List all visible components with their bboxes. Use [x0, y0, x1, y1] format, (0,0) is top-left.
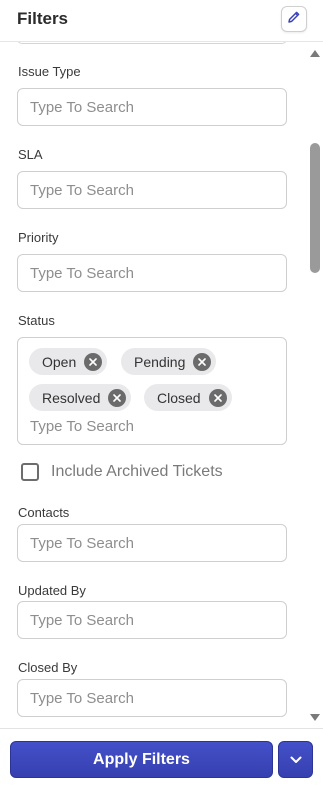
- remove-chip-icon[interactable]: [108, 388, 127, 407]
- filters-panel: Filters Issue Type Type To Search SLA Ty…: [0, 0, 323, 785]
- issue-type-input[interactable]: Type To Search: [17, 88, 287, 126]
- scroll-up-arrow-icon[interactable]: [309, 48, 321, 58]
- contacts-input[interactable]: Type To Search: [17, 524, 287, 562]
- scrollbar[interactable]: [307, 42, 323, 728]
- chevron-down-icon: [290, 751, 302, 769]
- issue-type-placeholder: Type To Search: [30, 98, 134, 116]
- priority-input[interactable]: Type To Search: [17, 254, 287, 292]
- chip-label: Pending: [134, 353, 186, 370]
- apply-options-button[interactable]: [278, 741, 313, 778]
- status-placeholder: Type To Search: [30, 418, 134, 435]
- priority-label: Priority: [18, 230, 59, 245]
- closed-by-input[interactable]: Type To Search: [17, 679, 287, 717]
- chip-label: Resolved: [42, 389, 101, 406]
- include-archived-label: Include Archived Tickets: [51, 463, 223, 480]
- sla-placeholder: Type To Search: [30, 181, 134, 199]
- status-chip-closed: Closed: [144, 384, 232, 411]
- chip-label: Open: [42, 353, 77, 370]
- status-chip-open: Open: [29, 348, 108, 375]
- sla-label: SLA: [18, 147, 43, 162]
- sla-input[interactable]: Type To Search: [17, 171, 287, 209]
- chip-label: Closed: [157, 389, 201, 406]
- scrollbar-thumb[interactable]: [310, 143, 320, 273]
- status-chip-resolved: Resolved: [29, 384, 132, 411]
- page-title: Filters: [17, 9, 69, 28]
- closed-by-placeholder: Type To Search: [30, 689, 134, 707]
- include-archived-checkbox[interactable]: [21, 463, 39, 481]
- status-label: Status: [18, 313, 55, 328]
- pencil-icon: [287, 10, 301, 29]
- closed-by-label: Closed By: [18, 660, 78, 675]
- updated-by-input[interactable]: Type To Search: [17, 601, 287, 639]
- scroll-down-arrow-icon[interactable]: [309, 712, 321, 722]
- remove-chip-icon[interactable]: [193, 352, 212, 371]
- filters-header: Filters: [0, 0, 323, 42]
- updated-by-label: Updated By: [18, 583, 86, 598]
- issue-type-label: Issue Type: [18, 64, 81, 79]
- priority-placeholder: Type To Search: [30, 264, 134, 282]
- status-chip-pending: Pending: [121, 348, 217, 375]
- include-archived-row[interactable]: Include Archived Tickets: [21, 463, 223, 481]
- apply-filters-button[interactable]: Apply Filters: [10, 741, 273, 778]
- filters-footer: Apply Filters: [0, 728, 323, 785]
- edit-button[interactable]: [281, 6, 307, 32]
- previous-field-edge: [17, 42, 287, 44]
- updated-by-placeholder: Type To Search: [30, 611, 134, 629]
- remove-chip-icon[interactable]: [84, 352, 103, 371]
- filters-scroll-area: Issue Type Type To Search SLA Type To Se…: [0, 42, 323, 728]
- contacts-label: Contacts: [18, 505, 70, 520]
- contacts-placeholder: Type To Search: [30, 534, 134, 552]
- remove-chip-icon[interactable]: [208, 388, 227, 407]
- status-input[interactable]: Open Pending Resolved Closed Type To Sea…: [17, 337, 287, 445]
